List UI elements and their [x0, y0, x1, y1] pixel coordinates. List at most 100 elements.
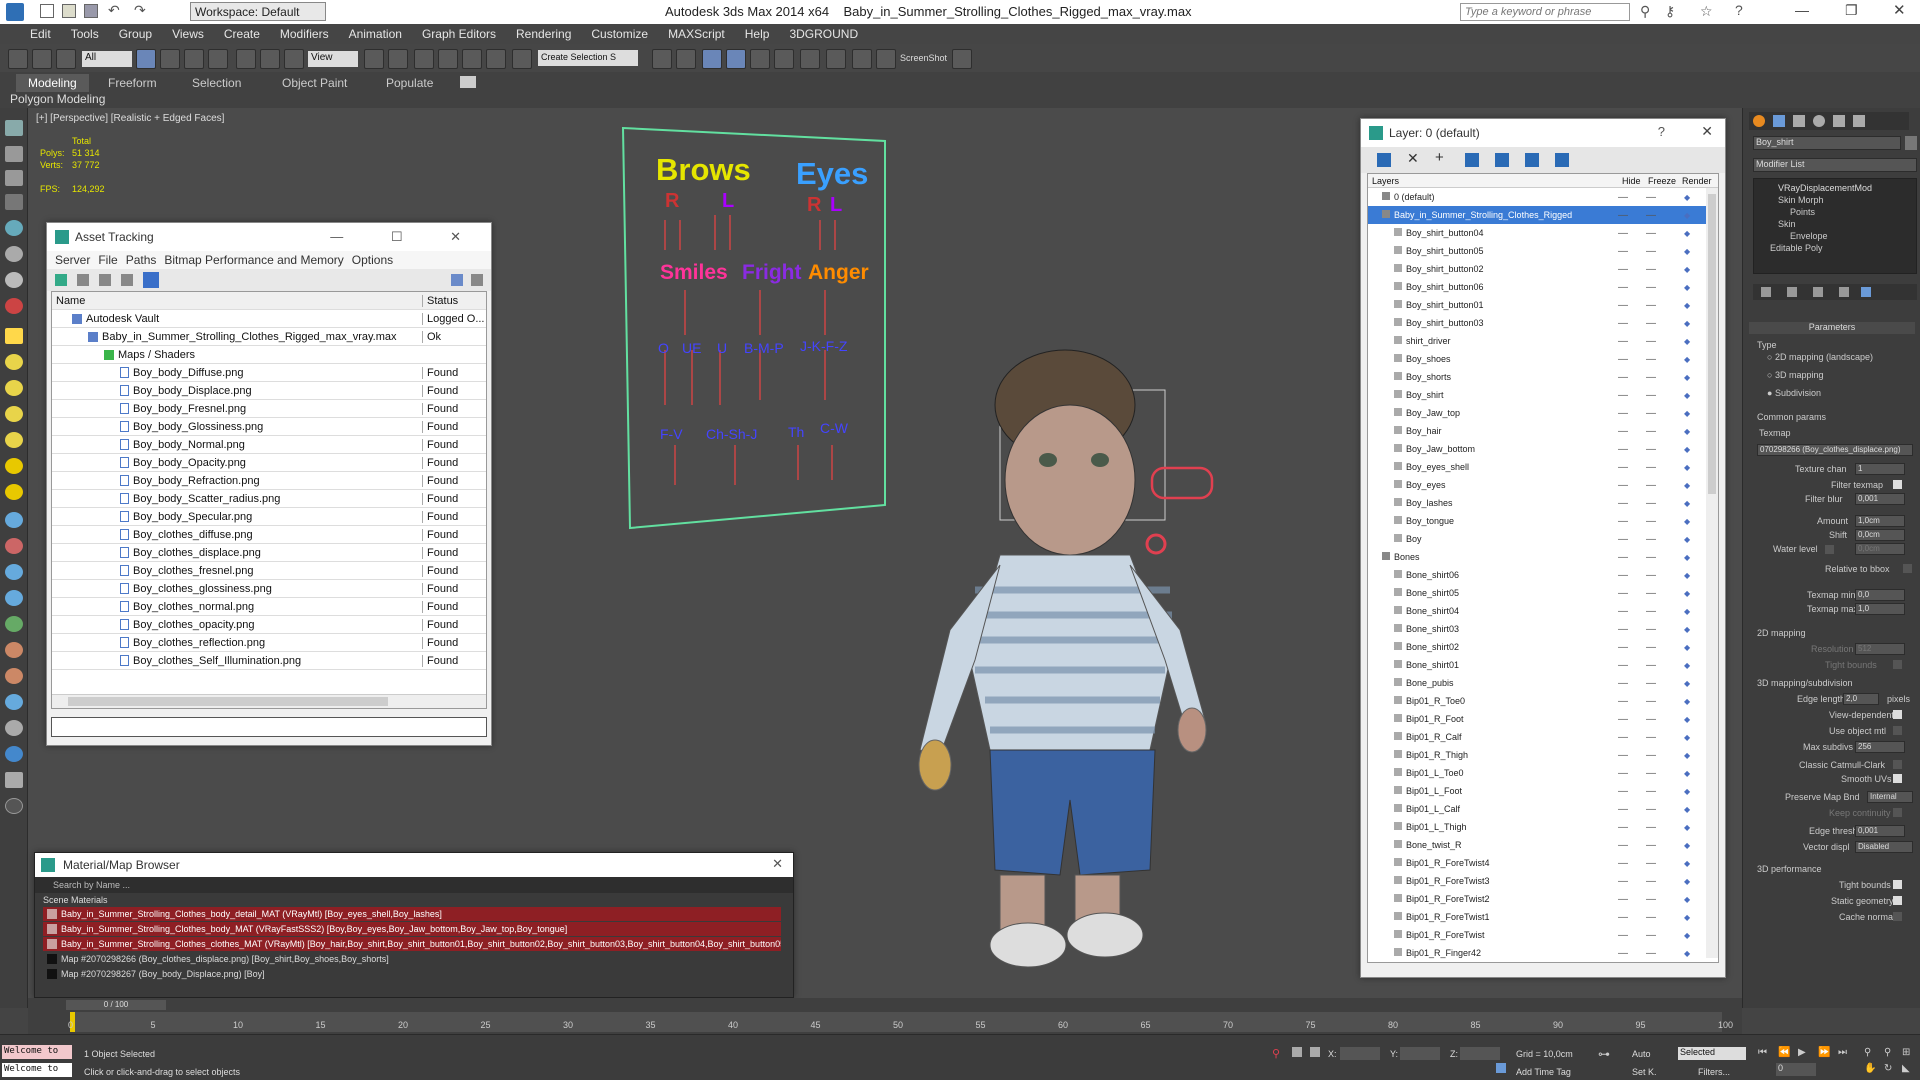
- highlight-layer-icon[interactable]: [1495, 153, 1509, 167]
- cylinder-icon[interactable]: [5, 380, 23, 396]
- menu-help[interactable]: Help: [745, 27, 770, 41]
- render-toggle-icon[interactable]: ◆: [1684, 229, 1690, 238]
- render-toggle-icon[interactable]: ◆: [1684, 193, 1690, 202]
- compound-icon[interactable]: [5, 720, 23, 736]
- render-toggle-icon[interactable]: ◆: [1684, 589, 1690, 598]
- z-coord-field[interactable]: [1460, 1047, 1500, 1060]
- freeze-toggle[interactable]: —: [1646, 786, 1656, 797]
- freeze-toggle[interactable]: —: [1646, 840, 1656, 851]
- hide-toggle[interactable]: —: [1618, 192, 1628, 203]
- hide-toggle[interactable]: —: [1618, 228, 1628, 239]
- hide-toggle[interactable]: —: [1618, 840, 1628, 851]
- layer-object-row[interactable]: Boy_shorts — — ◆: [1368, 368, 1718, 386]
- material-browser-titlebar[interactable]: Material/Map Browser ✕: [35, 853, 793, 877]
- freeze-toggle[interactable]: —: [1646, 606, 1656, 617]
- hide-toggle[interactable]: —: [1618, 642, 1628, 653]
- asset-row[interactable]: Boy_body_Specular.png Found: [52, 508, 486, 526]
- layer-object-row[interactable]: Boy_shirt_button01 — — ◆: [1368, 296, 1718, 314]
- asset-row[interactable]: Boy_clothes_Self_Illumination.png Found: [52, 652, 486, 670]
- texmap-min-spinner[interactable]: 0,0: [1855, 589, 1905, 601]
- hide-toggle[interactable]: —: [1618, 480, 1628, 491]
- render-setup-icon[interactable]: [826, 49, 846, 69]
- menu-customize[interactable]: Customize: [591, 27, 648, 41]
- layer-object-row[interactable]: Bip01_R_ForeTwist — — ◆: [1368, 926, 1718, 944]
- menu-3dground[interactable]: 3DGROUND: [789, 27, 858, 41]
- menu-server[interactable]: Server: [55, 253, 90, 267]
- select-link-icon[interactable]: [8, 49, 28, 69]
- details-view-icon[interactable]: [121, 274, 133, 286]
- fov-icon[interactable]: ◣: [1902, 1063, 1910, 1074]
- asset-row[interactable]: Boy_clothes_reflection.png Found: [52, 634, 486, 652]
- boy-character-model[interactable]: [880, 330, 1220, 990]
- freeze-toggle[interactable]: —: [1646, 426, 1656, 437]
- layer-manager-titlebar[interactable]: Layer: 0 (default) ? ✕: [1361, 119, 1725, 147]
- hide-toggle[interactable]: —: [1618, 696, 1628, 707]
- freeze-toggle[interactable]: —: [1646, 696, 1656, 707]
- menu-views[interactable]: Views: [172, 27, 204, 41]
- render-toggle-icon[interactable]: ◆: [1684, 445, 1690, 454]
- selection-filter-dropdown[interactable]: All: [82, 51, 132, 67]
- freeze-toggle[interactable]: —: [1646, 948, 1656, 959]
- smooth-uvs-checkbox[interactable]: [1893, 774, 1902, 783]
- filter-blur-spinner[interactable]: 0,001: [1855, 493, 1905, 505]
- box-icon[interactable]: [5, 170, 23, 186]
- water-level-checkbox[interactable]: [1825, 545, 1834, 554]
- render-toggle-icon[interactable]: ◆: [1684, 553, 1690, 562]
- key-mode-icon[interactable]: ⊶: [1598, 1047, 1610, 1061]
- key-filter-dropdown[interactable]: Selected: [1678, 1047, 1746, 1060]
- lock-selection-icon[interactable]: ⚲: [1272, 1047, 1280, 1060]
- asset-horizontal-scrollbar[interactable]: [52, 694, 486, 708]
- foliage-icon[interactable]: [5, 616, 23, 632]
- viewport-label[interactable]: [+] [Perspective] [Realistic + Edged Fac…: [36, 113, 224, 124]
- edit-named-selection-icon[interactable]: [512, 49, 532, 69]
- render-toggle-icon[interactable]: ◆: [1684, 499, 1690, 508]
- select-object-icon[interactable]: [136, 49, 156, 69]
- hide-toggle[interactable]: —: [1618, 768, 1628, 779]
- type-radio-2d[interactable]: ○ 2D mapping (landscape): [1767, 352, 1873, 362]
- vector-displ-dropdown[interactable]: Disabled: [1855, 841, 1913, 853]
- asset-row[interactable]: Boy_clothes_displace.png Found: [52, 544, 486, 562]
- hide-toggle[interactable]: —: [1618, 858, 1628, 869]
- stack-envelope[interactable]: Envelope: [1790, 231, 1828, 241]
- hide-toggle[interactable]: —: [1618, 750, 1628, 761]
- freeze-toggle[interactable]: —: [1646, 444, 1656, 455]
- render-toggle-icon[interactable]: ◆: [1684, 697, 1690, 706]
- layer-object-row[interactable]: Boy_hair — — ◆: [1368, 422, 1718, 440]
- tab-populate[interactable]: Populate: [374, 74, 445, 92]
- layer-object-row[interactable]: Boy_shirt_button04 — — ◆: [1368, 224, 1718, 242]
- freeze-toggle[interactable]: —: [1646, 930, 1656, 941]
- freeze-toggle[interactable]: —: [1646, 210, 1656, 221]
- select-by-name-icon[interactable]: [160, 49, 180, 69]
- freeze-toggle[interactable]: —: [1646, 876, 1656, 887]
- unlink-icon[interactable]: [32, 49, 52, 69]
- freeze-toggle[interactable]: —: [1646, 642, 1656, 653]
- layer-object-row[interactable]: Boy_shirt_button06 — — ◆: [1368, 278, 1718, 296]
- display-tab-icon[interactable]: [1833, 115, 1845, 127]
- layer-object-row[interactable]: Bone_shirt03 — — ◆: [1368, 620, 1718, 638]
- freeze-toggle[interactable]: —: [1646, 588, 1656, 599]
- absolute-mode-icon[interactable]: [1310, 1047, 1320, 1057]
- pan-icon[interactable]: ✋: [1864, 1063, 1876, 1074]
- edge-thresh-spinner[interactable]: 0,001: [1855, 825, 1905, 837]
- refresh-icon[interactable]: [55, 274, 67, 286]
- freeze-toggle[interactable]: —: [1646, 858, 1656, 869]
- render-toggle-icon[interactable]: ◆: [1684, 841, 1690, 850]
- asset-row[interactable]: Boy_body_Fresnel.png Found: [52, 400, 486, 418]
- tab-freeform[interactable]: Freeform: [96, 74, 169, 92]
- asset-row[interactable]: Boy_clothes_normal.png Found: [52, 598, 486, 616]
- asset-row[interactable]: Boy_clothes_diffuse.png Found: [52, 526, 486, 544]
- star-icon[interactable]: ☆: [1700, 3, 1713, 20]
- render-toggle-icon[interactable]: ◆: [1684, 913, 1690, 922]
- binoculars-icon[interactable]: ⚲: [1640, 3, 1650, 20]
- shape-icon[interactable]: [5, 220, 23, 236]
- layer-object-row[interactable]: Boy_shirt — — ◆: [1368, 386, 1718, 404]
- layer-object-row[interactable]: Bip01_L_Thigh — — ◆: [1368, 818, 1718, 836]
- render-toggle-icon[interactable]: ◆: [1684, 607, 1690, 616]
- preserve-map-dropdown[interactable]: Internal: [1867, 791, 1913, 803]
- render-toggle-icon[interactable]: ◆: [1684, 769, 1690, 778]
- undo-icon[interactable]: ↶: [108, 2, 120, 19]
- layer-object-row[interactable]: Bone_shirt06 — — ◆: [1368, 566, 1718, 584]
- map-item[interactable]: Map #2070298267 (Boy_body_Displace.png) …: [43, 967, 781, 982]
- layer-object-row[interactable]: Bip01_R_Thigh — — ◆: [1368, 746, 1718, 764]
- freeze-toggle[interactable]: —: [1646, 534, 1656, 545]
